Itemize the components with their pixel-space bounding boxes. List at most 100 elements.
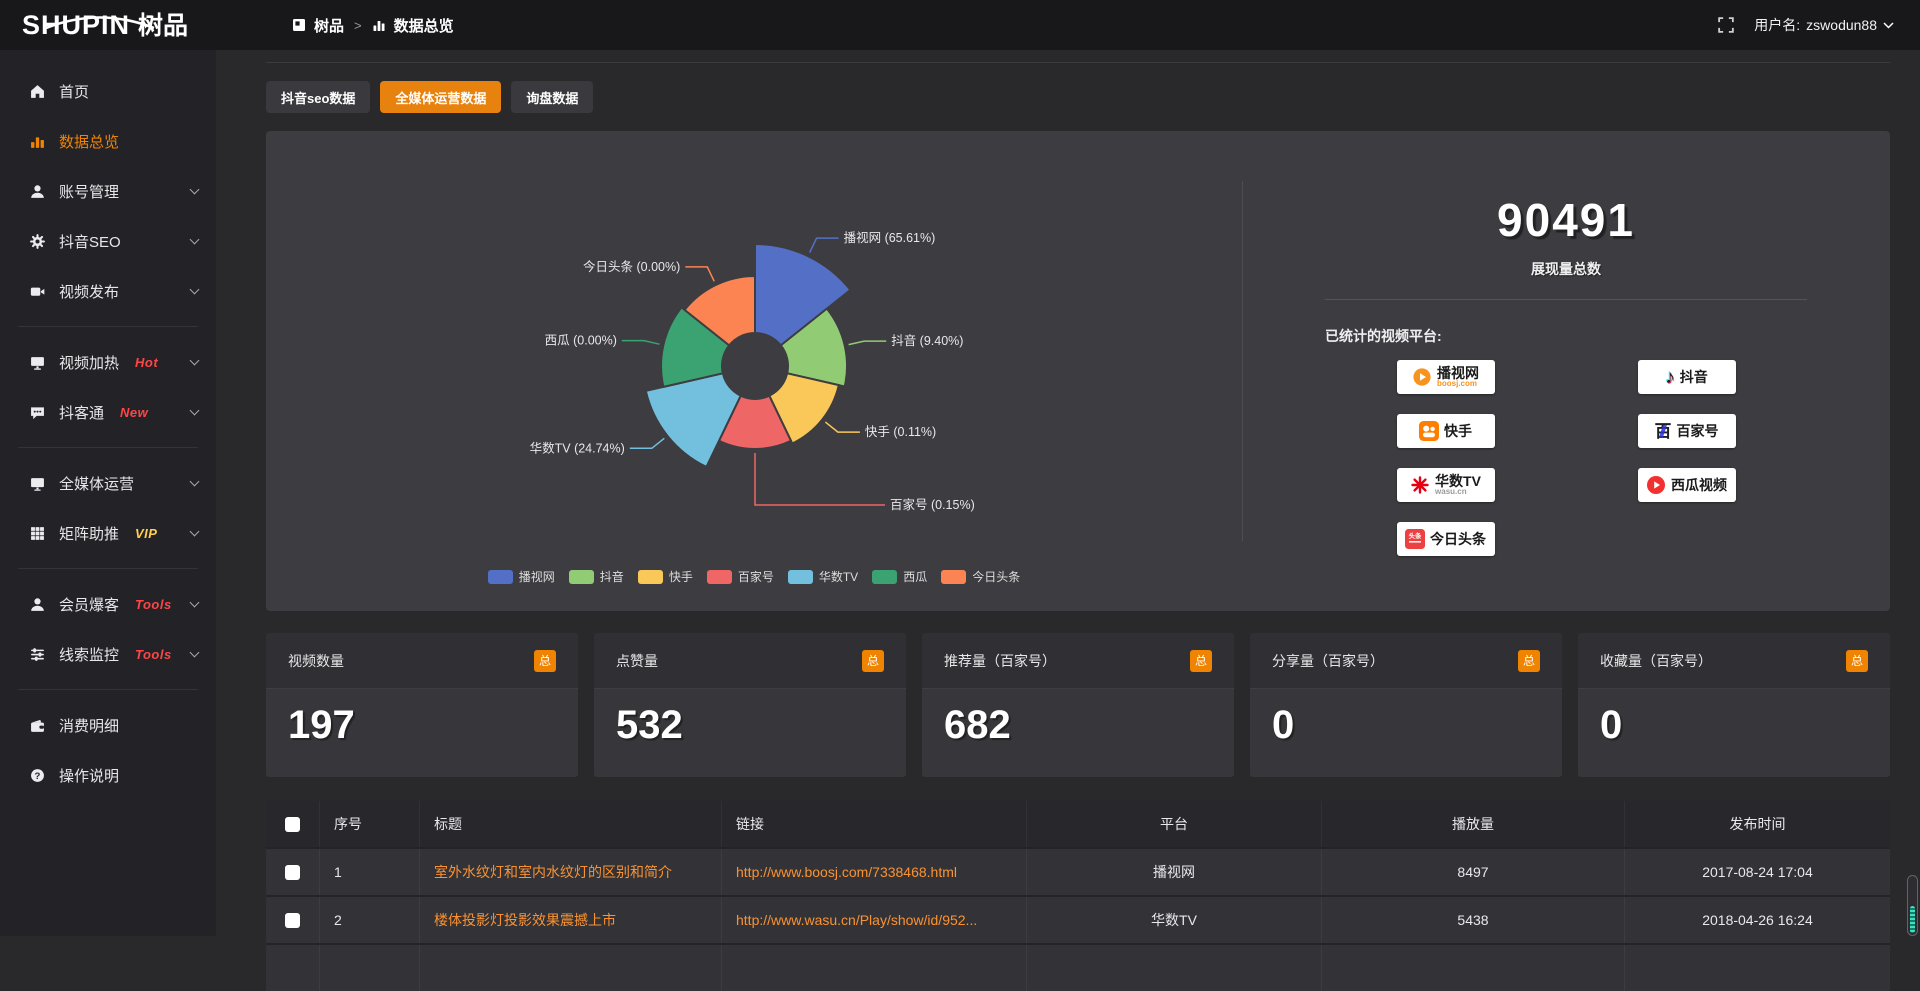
legend-item[interactable]: 抖音 bbox=[569, 568, 624, 585]
sidebar-item[interactable]: 视频发布 bbox=[0, 266, 216, 316]
table-cell-link[interactable]: http://www.wasu.cn/Play/show/id/952... bbox=[722, 897, 1027, 943]
legend-item[interactable]: 百家号 bbox=[707, 568, 774, 585]
wallet-icon bbox=[30, 718, 45, 733]
total-badge[interactable]: 总 bbox=[1846, 650, 1868, 672]
wasu-logo bbox=[1410, 475, 1430, 495]
baijiahao-logo: 百 bbox=[1655, 423, 1672, 440]
breadcrumb-current-icon bbox=[372, 18, 386, 32]
xigua-logo bbox=[1646, 475, 1666, 495]
table-cell-plays: 5438 bbox=[1322, 897, 1625, 943]
select-row-checkbox[interactable] bbox=[285, 865, 300, 880]
platform-name: 今日头条 bbox=[1430, 532, 1486, 546]
sidebar-item[interactable]: 消费明细 bbox=[0, 700, 216, 750]
total-badge[interactable]: 总 bbox=[1518, 650, 1540, 672]
legend-label: 百家号 bbox=[738, 568, 774, 585]
pie-slice[interactable] bbox=[646, 373, 741, 467]
sidebar-item[interactable]: 视频加热Hot bbox=[0, 337, 216, 387]
sidebar-item[interactable]: ? 操作说明 bbox=[0, 750, 216, 800]
kuaishou-logo bbox=[1419, 421, 1439, 441]
legend-item[interactable]: 华数TV bbox=[788, 568, 858, 585]
app-logo: SHUPIN 树品 bbox=[0, 12, 250, 39]
table-cell-link[interactable]: http://www.boosj.com/7338468.html bbox=[722, 849, 1027, 895]
pie-label-line bbox=[849, 341, 887, 345]
sidebar-item[interactable]: 全媒体运营 bbox=[0, 458, 216, 508]
header-divider bbox=[266, 62, 1890, 63]
table-row: 1室外水纹灯和室内水纹灯的区别和简介http://www.boosj.com/7… bbox=[266, 847, 1890, 895]
topbar: SHUPIN 树品 树品 > 数据总览 用户名: zswodun88 bbox=[0, 0, 1920, 50]
total-badge[interactable]: 总 bbox=[534, 650, 556, 672]
tab-button[interactable]: 全媒体运营数据 bbox=[380, 81, 501, 113]
table-cell-title[interactable] bbox=[420, 945, 722, 991]
total-badge[interactable]: 总 bbox=[1190, 650, 1212, 672]
sidebar-item[interactable]: 首页 bbox=[0, 66, 216, 116]
table-header-cell bbox=[266, 801, 320, 847]
pie-label: 播视网 (65.61%) bbox=[844, 230, 936, 245]
chevron-down-icon bbox=[190, 477, 200, 487]
sidebar-item-label: 操作说明 bbox=[59, 765, 119, 786]
sidebar-item[interactable]: 抖客通New bbox=[0, 387, 216, 437]
select-all-checkbox[interactable] bbox=[285, 817, 300, 832]
main-content: 抖音seo数据全媒体运营数据询盘数据 播视网 (65.61%)抖音 (9.40%… bbox=[216, 50, 1920, 936]
legend-color-chip bbox=[707, 570, 732, 584]
user-menu[interactable]: 用户名: zswodun88 bbox=[1754, 15, 1894, 35]
table-cell-platform: 华数TV bbox=[1027, 897, 1322, 943]
table-cell-platform bbox=[1027, 945, 1322, 991]
tab-bar: 抖音seo数据全媒体运营数据询盘数据 bbox=[266, 81, 1890, 113]
legend-item[interactable]: 今日头条 bbox=[941, 568, 1020, 585]
sidebar-item[interactable]: 账号管理 bbox=[0, 166, 216, 216]
scrollbar-thumb[interactable] bbox=[1910, 906, 1915, 933]
total-badge[interactable]: 总 bbox=[862, 650, 884, 672]
legend-item[interactable]: 播视网 bbox=[488, 568, 555, 585]
stat-card-value: 0 bbox=[1578, 689, 1890, 748]
username-value: zswodun88 bbox=[1806, 17, 1877, 33]
legend-item[interactable]: 快手 bbox=[638, 568, 693, 585]
chat-icon bbox=[30, 405, 45, 420]
breadcrumb-separator: > bbox=[354, 18, 362, 33]
sliders-icon bbox=[30, 647, 45, 662]
chevron-down-icon bbox=[190, 527, 200, 537]
tab-button[interactable]: 询盘数据 bbox=[511, 81, 593, 113]
stat-cards-row: 视频数量 总 197 点赞量 总 532 推荐量（百家号） 总 682 分享量（… bbox=[266, 633, 1890, 777]
legend-color-chip bbox=[941, 570, 966, 584]
sidebar-item[interactable]: 线索监控Tools bbox=[0, 629, 216, 679]
stat-card-header: 点赞量 总 bbox=[594, 633, 906, 689]
stat-card-value: 197 bbox=[266, 689, 578, 748]
scrollbar[interactable] bbox=[1907, 875, 1918, 936]
sidebar-item-label: 线索监控 bbox=[59, 644, 119, 665]
toutiao-logo: 头条 bbox=[1405, 529, 1425, 549]
breadcrumb-root[interactable]: 树品 bbox=[314, 15, 344, 36]
legend-color-chip bbox=[788, 570, 813, 584]
table-cell-title[interactable]: 楼体投影灯投影效果震撼上市 bbox=[420, 897, 722, 943]
fullscreen-icon[interactable] bbox=[1718, 17, 1734, 33]
pie-label-line bbox=[622, 341, 660, 345]
sidebar-divider bbox=[18, 568, 198, 569]
pie-label: 百家号 (0.15%) bbox=[890, 497, 975, 512]
table-header-cell: 标题 bbox=[420, 801, 722, 847]
table-cell-link[interactable] bbox=[722, 945, 1027, 991]
sidebar-item[interactable]: 会员爆客Tools bbox=[0, 579, 216, 629]
platforms-label: 已统计的视频平台: bbox=[1325, 326, 1807, 346]
select-row-checkbox[interactable] bbox=[285, 913, 300, 928]
sidebar-item-label: 矩阵助推 bbox=[59, 523, 119, 544]
sidebar-item[interactable]: 矩阵助推VIP bbox=[0, 508, 216, 558]
platform-badge: 华数TVwasu.cn bbox=[1397, 468, 1495, 502]
sidebar-item-badge: New bbox=[120, 405, 148, 420]
legend-item[interactable]: 西瓜 bbox=[872, 568, 927, 585]
svg-text:头条: 头条 bbox=[1409, 531, 1422, 540]
sidebar-item[interactable]: 数据总览 bbox=[0, 116, 216, 166]
platform-name: 华数TV bbox=[1435, 474, 1481, 488]
svg-text:?: ? bbox=[35, 770, 41, 781]
platforms-column: ♪抖音百百家号西瓜视频 bbox=[1566, 360, 1807, 556]
table-cell-platform: 播视网 bbox=[1027, 849, 1322, 895]
videos-table: 序号标题链接平台播放量发布时间1室外水纹灯和室内水纹灯的区别和简介http://… bbox=[266, 801, 1890, 991]
table-cell-title[interactable]: 室外水纹灯和室内水纹灯的区别和简介 bbox=[420, 849, 722, 895]
stat-card: 视频数量 总 197 bbox=[266, 633, 578, 777]
sidebar-item[interactable]: 抖音SEO bbox=[0, 216, 216, 266]
table-cell-index bbox=[320, 945, 420, 991]
tab-button[interactable]: 抖音seo数据 bbox=[266, 81, 370, 113]
platform-badge: 西瓜视频 bbox=[1638, 468, 1736, 502]
breadcrumb-current[interactable]: 数据总览 bbox=[394, 15, 454, 36]
total-impressions-value: 90491 bbox=[1242, 193, 1890, 247]
sidebar-item-label: 首页 bbox=[59, 81, 89, 102]
table-cell-select bbox=[266, 897, 320, 943]
